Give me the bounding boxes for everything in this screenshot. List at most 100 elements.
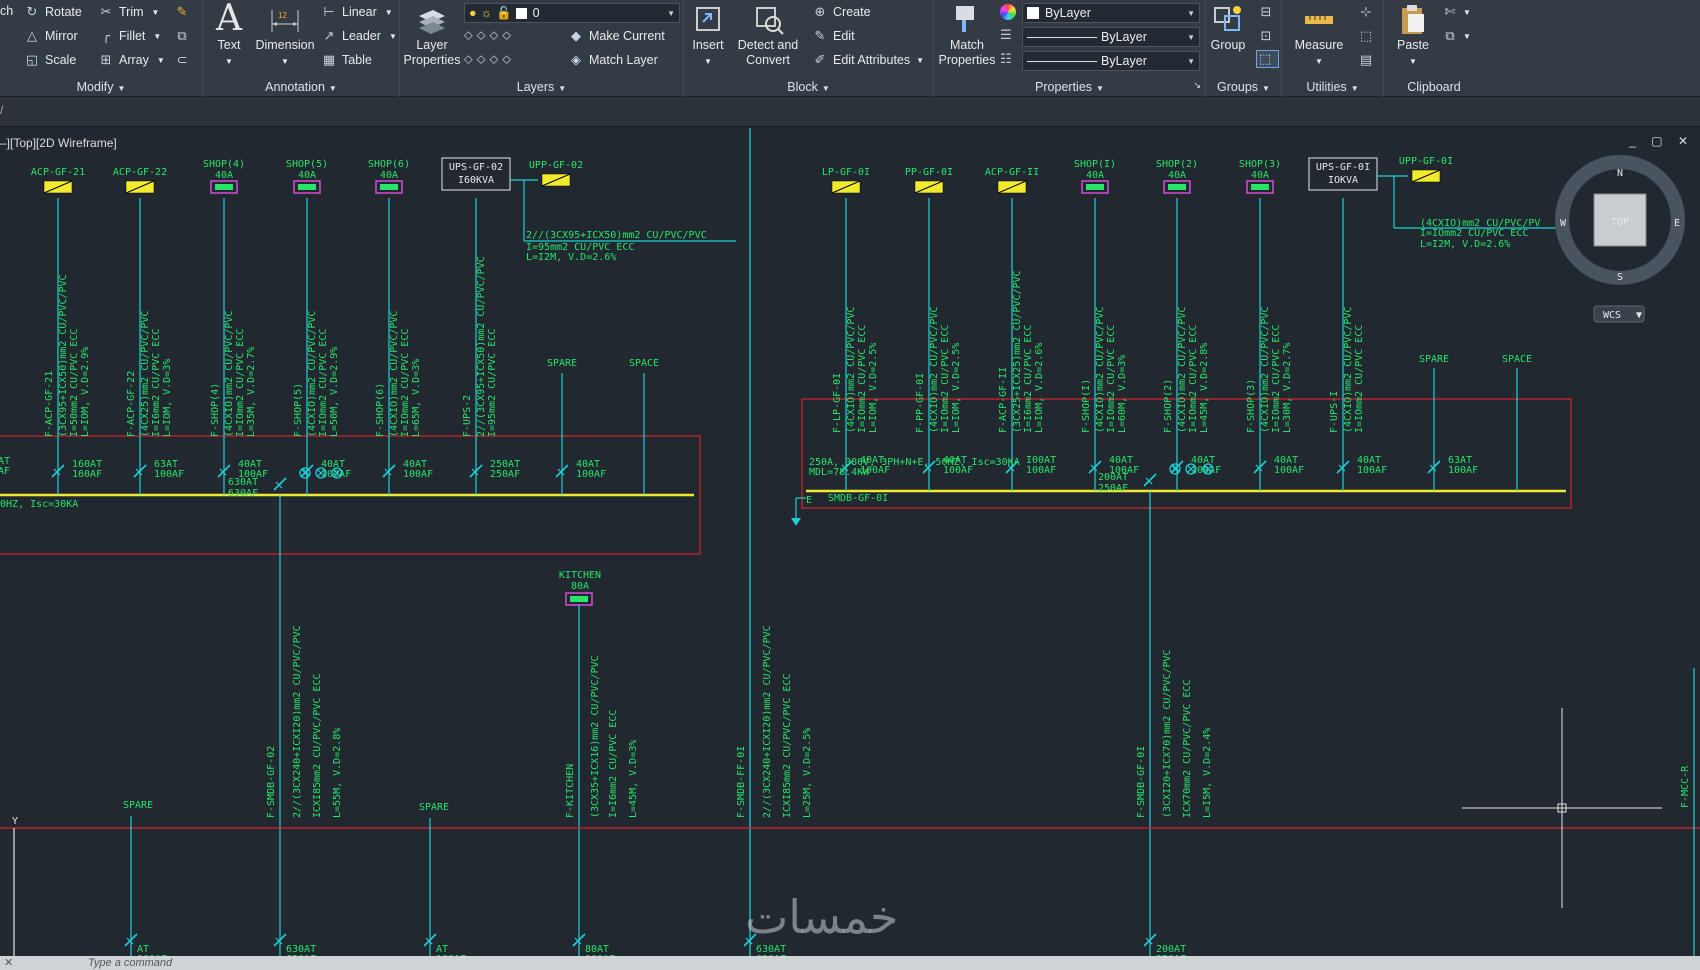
paste-label: Paste [1397,38,1429,52]
insert-button[interactable]: Insert ▼ [686,2,730,69]
riser-3-spec1: (3CXI20+ICX70)mm2 CU/PVC/PVC [1162,649,1173,818]
right-space-label: SPACE [1502,354,1532,365]
block-panel: Insert ▼ Detect and Convert ⊕ Create ✎ Edit … [684,0,934,97]
calculator-button[interactable]: ▤ [1358,52,1379,68]
trim-dropdown-icon[interactable]: ▼ [152,8,160,17]
right-feeder-4-label: SHOP(2) [1156,159,1198,170]
layers-panel-title[interactable]: Layers ▼ [400,80,683,94]
viewport-label[interactable]: –][Top][2D Wireframe] [0,136,117,150]
rotate-icon: ↻ [26,4,38,19]
group-edit-button[interactable]: ⊡ [1258,28,1279,44]
viewcube-west-label[interactable]: W [1560,218,1567,229]
annotation-panel: A Text ▼ 12 Dimension ▼ ⊢ Linear ▼ ↗ Leader ▼ … [203,0,400,97]
scale-button[interactable]: ◱ Scale [24,52,76,68]
utilities-panel-title[interactable]: Utilities ▼ [1282,80,1383,94]
viewport-window-controls[interactable]: _ ▢ ✕ [1629,134,1694,148]
group-selection-button[interactable]: ⬚ [1256,50,1279,68]
cut-button[interactable]: ✄ ▼ [1442,4,1471,20]
clipboard-icon [1402,5,1424,34]
match-properties-label: Match Properties [938,38,996,67]
left-feeder-5-spec2: I=95mm2 CU/PVC ECC [487,329,498,437]
detect-convert-button[interactable]: Detect and Convert [732,2,804,68]
clipboard-panel-title[interactable]: Clipboard [1384,80,1484,94]
block-panel-title[interactable]: Block ▼ [684,80,933,94]
create-block-button[interactable]: ⊕ Create [812,4,871,20]
left-feeder-4-spec1: (4CXIO)mm2 CU/PVC/PVC [389,311,400,437]
left-feeder-5-spec1: 2//(3CX95+ICX50)mm2 CU/PVC/PVC [476,256,487,437]
group-button[interactable]: Group [1208,2,1248,53]
properties-panel-title[interactable]: Properties ▼ ↘ [934,80,1205,94]
text-button[interactable]: A Text ▼ [209,1,249,69]
left-feeder-0-spec2: I=50mm2 CU/PVC ECC [69,329,80,437]
command-line[interactable]: ✕ Type a command [0,956,1700,970]
group-selection-icon: ⬚ [1258,51,1272,66]
drawing-canvas[interactable]: 0AT0AFACP-GF-21F-ACP-GF-21(3CX95+ICX50)m… [0,128,1700,970]
right-spare-frame: 100AF [1448,465,1478,476]
viewcube-south-label[interactable]: S [1617,272,1623,283]
viewcube-north-label[interactable]: N [1617,168,1623,179]
linear-button[interactable]: ⊢ Linear ▼ [321,4,392,20]
groups-panel-title[interactable]: Groups ▼ [1206,80,1281,94]
wcs-label[interactable]: WCS [1603,310,1621,321]
measure-button[interactable]: Measure ▼ [1288,2,1350,69]
left-feeder-0-frame-rating: 160AF [72,469,102,480]
match-properties-icon [956,6,974,32]
right-feeder-3-label: SHOP(I) [1074,159,1116,170]
annotation-panel-title[interactable]: Annotation ▼ [203,80,399,94]
make-current-button[interactable]: ◆ Make Current [568,28,665,44]
select-all-button[interactable]: ⬚ [1358,28,1379,44]
ungroup-icon: ⊟ [1260,4,1272,19]
kitchen-meter-fill [570,596,588,602]
array-button[interactable]: ⊞ Array ▼ [98,52,165,68]
left-spare-label: SPARE [547,358,577,369]
color-dropdown[interactable]: ByLayer ▼ [1022,3,1200,23]
viewcube-east-label[interactable]: E [1674,218,1680,229]
left-ups-out-spec3: L=I2M, V.D=2.6% [526,252,616,263]
command-close-icon[interactable]: ✕ [4,956,13,970]
command-input[interactable]: Type a command [88,957,172,969]
panel-launcher-icon[interactable]: ↘ [1193,80,1201,91]
copy-clip-button[interactable]: ⧉ ▼ [1442,28,1471,44]
offset-button[interactable]: ⊂ [174,52,195,68]
measure-label: Measure [1294,38,1344,52]
linetype-dropdown[interactable]: ByLayer ▼ [1022,51,1200,71]
table-button[interactable]: ▦ Table [321,52,372,68]
layer-dropdown[interactable]: ● ☼ 🔓 0 ▼ [464,3,680,23]
left-feeder-3-spec1: (4CXIO)mm2 CU/PVC/PVC [307,311,318,437]
erase-button[interactable]: ✎ [174,4,195,20]
paste-button[interactable]: Paste ▼ [1388,2,1438,69]
quick-select-button[interactable]: ⊹ [1358,4,1379,20]
wcs-dropdown-icon[interactable]: ▼ [1636,310,1642,321]
layer-properties-button[interactable]: Layer Properties [402,2,462,68]
edit-attributes-button[interactable]: ✐ Edit Attributes ▼ [812,52,925,68]
layer-tools-row1[interactable]: ⬦⬦⬦⬦ [464,28,515,43]
right-feeder-1-label: PP-GF-0I [905,167,953,178]
fillet-dropdown-icon[interactable]: ▼ [153,32,161,41]
array-dropdown-icon[interactable]: ▼ [157,56,165,65]
dimension-button[interactable]: 12 Dimension ▼ [251,2,319,69]
match-properties-button[interactable]: Match Properties [936,2,998,68]
fillet-button[interactable]: ╭ Fillet ▼ [98,28,161,44]
riser-3-spec3: L=I5M, V.D=2.4% [1202,728,1213,818]
lineweight-dropdown[interactable]: ByLayer ▼ [1022,27,1200,47]
left-bus-text: 0HZ, Isc=30KA [0,499,78,510]
stretch-button[interactable]: ch [0,4,13,18]
lock-icon: 🔓 [496,5,512,20]
trim-button[interactable]: ✂ Trim ▼ [98,4,160,20]
tab-fragment[interactable]: / [0,103,3,117]
viewcube-top-label[interactable]: TOP [1611,217,1629,228]
layer-tools-row2[interactable]: ⬦⬦⬦⬦ [464,52,515,67]
left-feeder-4-label: SHOP(6) [368,159,410,170]
drawing-viewport[interactable]: 0AT0AFACP-GF-21F-ACP-GF-21(3CX95+ICX50)m… [0,128,1700,970]
modify-panel-title[interactable]: Modify ▼ [0,80,202,94]
mirror-button[interactable]: △ Mirror [24,28,78,44]
ungroup-button[interactable]: ⊟ [1258,4,1279,20]
leader-button[interactable]: ↗ Leader ▼ [321,28,397,44]
stretch-label: ch [0,4,14,18]
edit-block-button[interactable]: ✎ Edit [812,28,855,44]
mirror-label: Mirror [45,29,78,43]
copy-button[interactable]: ⧉ [174,28,195,44]
match-layer-button[interactable]: ◈ Match Layer [568,52,658,68]
left-feeder-3-cable-tag: F-SHOP(5) [293,383,304,437]
rotate-button[interactable]: ↻ Rotate [24,4,82,20]
